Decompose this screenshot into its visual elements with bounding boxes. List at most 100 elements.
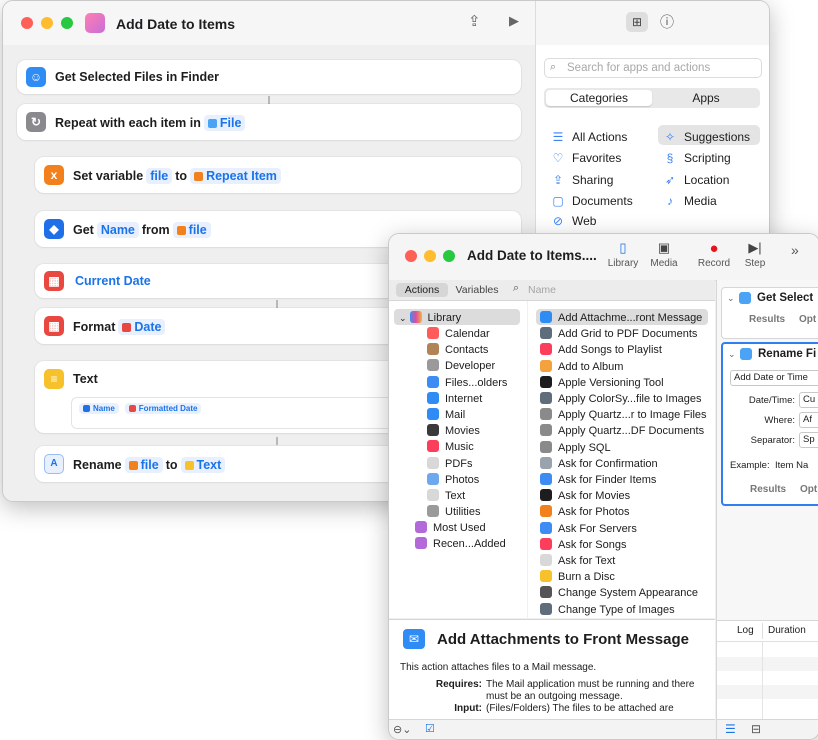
minimize-button[interactable] [41,17,53,29]
where-select[interactable]: Af [799,412,818,428]
action-item[interactable]: Apply ColorSy...file to Images [540,392,701,408]
category-location[interactable]: ➶ Location [662,173,729,187]
rename-mode-select[interactable]: Add Date or Time [730,370,818,386]
shortcut-title[interactable]: Add Date to Items [116,16,235,32]
category-sharing[interactable]: ⇪ Sharing [550,173,613,187]
action-item[interactable]: Burn a Disc [540,570,615,586]
seg-categories[interactable]: Categories [546,90,652,106]
current-date-token[interactable]: Current Date [75,274,151,288]
library-item[interactable]: Text [427,489,465,505]
split-view-icon[interactable]: ⊟ [751,722,761,736]
library-item[interactable]: Calendar [427,327,490,343]
duration-column-header[interactable]: Duration [768,625,806,636]
media-button[interactable]: ▣ Media [645,240,683,269]
action-get-selected-files[interactable]: ☺ Get Selected Files in Finder [17,60,521,94]
action-item[interactable]: Ask For Servers [540,521,637,538]
overflow-icon[interactable]: » [791,242,799,258]
library-root[interactable]: ⌄ Library [399,311,461,327]
collapse-chevron-icon[interactable]: ⌄ [727,293,735,304]
library-item[interactable]: Mail [427,408,465,424]
results-button[interactable]: Results [749,314,785,325]
minimize-button[interactable] [424,250,436,262]
category-suggestions[interactable]: ✧ Suggestions [662,130,750,144]
library-item[interactable]: Contacts [427,343,488,359]
search-field[interactable]: ⌕ Search for apps and actions [544,58,762,78]
category-web[interactable]: ⊘ Web [550,214,597,228]
variable-name-token[interactable]: file [146,168,173,184]
category-media[interactable]: ♪ Media [662,194,717,208]
library-item[interactable]: PDFs [427,456,473,473]
action-item[interactable]: Add Attachme...ront Message [540,311,702,327]
close-button[interactable] [21,17,33,29]
action-set-variable[interactable]: x Set variable file to Repeat Item [35,157,521,193]
action-item[interactable]: Apply Quartz...r to Image Files [540,408,707,424]
name-search-placeholder[interactable]: Name [528,284,556,296]
results-button[interactable]: Results [750,484,786,495]
name-token[interactable]: Name [79,403,119,414]
formatted-date-token[interactable]: Formatted Date [124,403,202,414]
collapse-chevron-icon[interactable]: ⌄ [728,349,736,360]
close-button[interactable] [405,250,417,262]
category-scripting[interactable]: § Scripting [662,151,731,165]
info-icon[interactable]: ⓘ [660,12,674,32]
action-item[interactable]: Apple Versioning Tool [540,375,664,392]
log-column-header[interactable]: Log [737,625,754,636]
library-add-icon[interactable]: ⊞ [626,12,648,32]
checkbox-icon[interactable]: ☑ [425,722,435,735]
repeat-item-token[interactable]: Repeat Item [190,168,281,184]
library-smart-group[interactable]: Most Used [415,521,486,537]
library-item[interactable]: Internet [427,391,482,408]
action-item[interactable]: Apply SQL [540,440,611,457]
action-item-label: Apply Quartz...r to Image Files [558,409,707,422]
datetime-select[interactable]: Cu [799,392,818,408]
tab-variables[interactable]: Variables [451,283,503,297]
share-icon[interactable]: ⇪ [468,12,481,30]
library-item[interactable]: Music [427,440,474,456]
library-item[interactable]: Photos [427,472,479,489]
options-button[interactable]: Opt [800,484,817,495]
tab-actions[interactable]: Actions [396,283,448,297]
step-button[interactable]: ▶| Step [737,240,773,269]
action-item[interactable]: Ask for Text [540,554,615,570]
list-view-icon[interactable]: ☰ [725,722,736,736]
library-button[interactable]: ▯ Library [603,240,643,269]
text-var-token[interactable]: Text [180,457,226,473]
action-repeat[interactable]: ↻ Repeat with each item in File [17,104,521,140]
zoom-button[interactable] [61,17,73,29]
action-item[interactable]: Change System Appearance [540,586,698,602]
action-item[interactable]: Apply Quartz...DF Documents [540,424,704,440]
library-smart-group[interactable]: Recen...Added [415,537,506,553]
category-documents[interactable]: ▢ Documents [550,194,632,208]
action-item[interactable]: Add to Album [540,359,623,376]
library-item[interactable]: Files...olders [427,375,507,392]
action-item[interactable]: Ask for Songs [540,537,626,554]
options-button[interactable]: Opt [799,314,816,325]
shortcut-app-icon[interactable] [85,13,105,33]
action-item[interactable]: Ask for Movies [540,489,630,505]
property-token[interactable]: Name [96,222,139,238]
action-item[interactable]: Ask for Finder Items [540,473,656,489]
category-all-actions[interactable]: ☰ All Actions [550,130,628,144]
action-item[interactable]: Add Songs to Playlist [540,343,662,359]
action-item[interactable]: Ask for Confirmation [540,456,658,473]
seg-apps[interactable]: Apps [654,90,758,106]
library-item[interactable]: Movies [427,424,480,440]
library-item[interactable]: Utilities [427,505,480,521]
run-icon[interactable]: ▶ [509,13,519,29]
file-token[interactable]: File [203,115,246,131]
workflow-action-get-selected[interactable]: ⌄ Get Select Results Opt [721,287,818,339]
workflow-action-rename[interactable]: ⌄ Rename Fi Add Date or Time Date/Time: … [721,342,818,506]
more-options-icon[interactable]: ⊖⌄ [393,723,411,736]
library-item[interactable]: Developer [427,359,495,375]
zoom-button[interactable] [443,250,455,262]
file-var-token[interactable]: file [172,222,211,238]
action-description: ✉ Add Attachments to Front Message This … [389,619,715,720]
file-var-token[interactable]: file [124,457,163,473]
action-item[interactable]: Add Grid to PDF Documents [540,327,697,343]
date-token[interactable]: Date [118,319,166,335]
record-button[interactable]: ● Record [694,240,734,269]
action-item[interactable]: Ask for Photos [540,505,630,521]
category-favorites[interactable]: ♡ Favorites [550,151,622,165]
separator-select[interactable]: Sp [799,432,818,448]
action-item[interactable]: Change Type of Images [540,602,675,619]
